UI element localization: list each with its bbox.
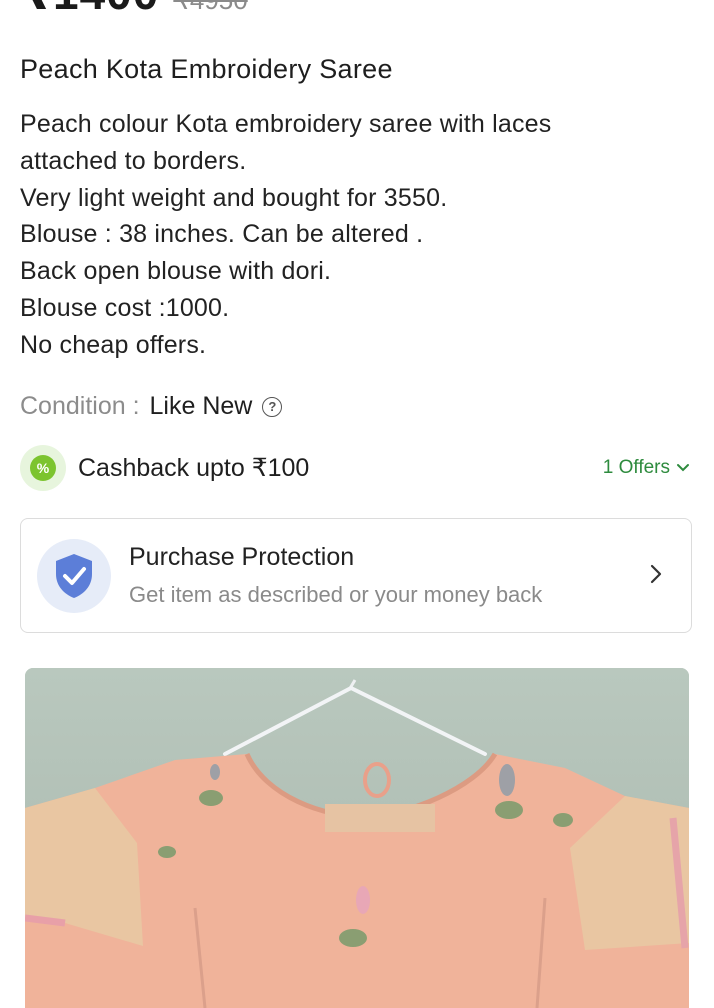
condition-value: Like New	[149, 392, 253, 420]
description-line: Peach colour Kota embroidery saree with …	[20, 110, 552, 138]
condition-row: Condition : Like New ?	[20, 392, 283, 421]
product-description: Peach colour Kota embroidery saree with …	[20, 106, 690, 364]
description-line: Blouse : 38 inches. Can be altered .	[20, 220, 424, 249]
chevron-down-icon	[677, 464, 689, 472]
shield-badge	[37, 538, 111, 613]
original-price: ₹4950	[173, 0, 248, 15]
description-line: No cheap offers.	[20, 330, 207, 359]
cashback-row[interactable]: % Cashback upto ₹100 1 Offers	[20, 444, 690, 492]
description-line: Blouse cost :1000.	[20, 293, 230, 322]
cashback-text: Cashback upto ₹100	[78, 454, 310, 482]
purchase-protection-card[interactable]: Purchase Protection Get item as describe…	[20, 518, 692, 633]
price-row: ₹1400 ₹4950	[20, 0, 248, 20]
condition-label: Condition :	[20, 392, 140, 420]
protection-title: Purchase Protection	[129, 543, 355, 571]
price: ₹1400	[20, 0, 159, 20]
product-photo[interactable]	[25, 668, 689, 1008]
cashback-badge: %	[20, 445, 66, 491]
protection-subtitle: Get item as described or your money back	[129, 582, 543, 607]
shield-check-icon	[56, 553, 92, 598]
description-line: Very light weight and bought for 3550.	[20, 183, 448, 212]
offers-label: 1 Offers	[602, 457, 670, 478]
blouse-image	[25, 668, 689, 1008]
chevron-right-icon[interactable]	[649, 563, 663, 585]
help-icon[interactable]: ?	[262, 396, 283, 417]
product-title: Peach Kota Embroidery Saree	[20, 54, 393, 84]
description-line: attached to borders.	[20, 146, 247, 175]
offers-link[interactable]: 1 Offers	[603, 457, 690, 479]
percent-icon: %	[30, 455, 56, 481]
description-line: Back open blouse with dori.	[20, 257, 332, 286]
